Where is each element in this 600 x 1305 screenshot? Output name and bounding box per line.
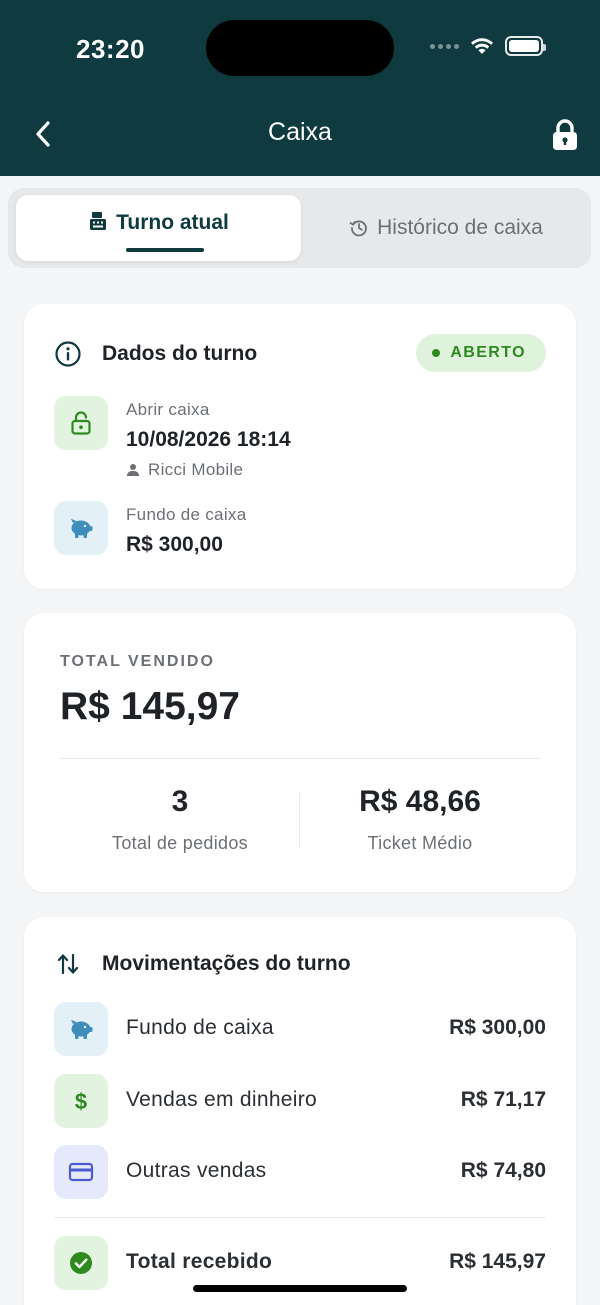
tab-bar: Turno atual Histórico de caixa bbox=[8, 188, 591, 268]
cash-badge: $ bbox=[54, 1074, 108, 1128]
divider bbox=[60, 758, 540, 759]
svg-text:$: $ bbox=[75, 1089, 87, 1114]
status-badge: ABERTO bbox=[416, 334, 546, 372]
tab-label: Histórico de caixa bbox=[377, 216, 543, 239]
info-icon bbox=[55, 341, 81, 367]
movement-value: R$ 71,17 bbox=[460, 1088, 546, 1111]
credit-card-icon bbox=[68, 1162, 94, 1182]
lock-icon bbox=[553, 119, 577, 150]
swap-vertical-icon bbox=[57, 953, 79, 975]
status-dot-icon bbox=[432, 349, 441, 357]
status-time: 23:20 bbox=[76, 34, 145, 64]
total-sold-value: R$ 145,97 bbox=[60, 685, 240, 728]
fund-badge bbox=[54, 501, 108, 555]
status-text: ABERTO bbox=[450, 344, 526, 361]
movement-value: R$ 74,80 bbox=[460, 1159, 546, 1182]
open-datetime: 10/08/2026 18:14 bbox=[126, 428, 291, 451]
fund-label: Fundo de caixa bbox=[126, 505, 247, 524]
total-sold-label: TOTAL VENDIDO bbox=[60, 653, 215, 670]
fund-value: R$ 300,00 bbox=[126, 533, 223, 556]
person-icon bbox=[127, 464, 139, 476]
piggy-bank-icon bbox=[71, 1019, 93, 1039]
lock-button[interactable] bbox=[549, 116, 581, 154]
card-title: Dados do turno bbox=[102, 342, 258, 365]
dynamic-island bbox=[206, 20, 394, 76]
movement-total-row: Total recebido R$ 145,97 bbox=[54, 1236, 546, 1290]
movement-row: Outras vendas R$ 74,80 bbox=[54, 1145, 546, 1199]
total-received-value: R$ 145,97 bbox=[449, 1250, 546, 1273]
fund-badge bbox=[54, 1002, 108, 1056]
movement-value: R$ 300,00 bbox=[449, 1016, 546, 1039]
movement-label: Fundo de caixa bbox=[126, 1016, 274, 1039]
ticket-label: Ticket Médio bbox=[367, 833, 473, 853]
shift-data-card: Dados do turno ABERTO Abrir caixa 10/08/… bbox=[24, 304, 576, 589]
open-label: Abrir caixa bbox=[126, 400, 210, 419]
total-received-label: Total recebido bbox=[126, 1250, 273, 1273]
orders-count: 3 bbox=[171, 785, 189, 818]
app-header: 23:20 Caixa bbox=[0, 0, 600, 176]
check-badge bbox=[54, 1236, 108, 1290]
ticket-stat: R$ 48,66 Ticket Médio bbox=[300, 785, 540, 854]
movements-card: Movimentações do turno Fundo de caixa R$… bbox=[24, 917, 576, 1305]
divider bbox=[54, 1217, 546, 1218]
movement-label: Outras vendas bbox=[126, 1159, 267, 1182]
tab-historico-de-caixa[interactable]: Histórico de caixa bbox=[308, 195, 584, 261]
open-lock-badge bbox=[54, 396, 108, 450]
tab-turno-atual[interactable]: Turno atual bbox=[16, 195, 301, 261]
check-circle-icon bbox=[70, 1252, 92, 1274]
page-title: Caixa bbox=[268, 118, 332, 146]
movement-row: Fundo de caixa R$ 300,00 bbox=[54, 1002, 546, 1056]
cash-register-icon bbox=[90, 212, 107, 230]
opened-by: Ricci Mobile bbox=[126, 460, 243, 480]
card-title: Movimentações do turno bbox=[102, 952, 351, 975]
card-header: Dados do turno bbox=[54, 340, 257, 368]
history-icon bbox=[349, 220, 367, 237]
orders-label: Total de pedidos bbox=[112, 833, 248, 853]
card-badge bbox=[54, 1145, 108, 1199]
home-indicator[interactable] bbox=[193, 1285, 407, 1292]
card-header: Movimentações do turno bbox=[54, 951, 351, 977]
unlock-icon bbox=[71, 411, 91, 435]
wifi-icon bbox=[471, 38, 493, 54]
total-sold-card: TOTAL VENDIDO R$ 145,97 3 Total de pedid… bbox=[24, 613, 576, 892]
battery-icon bbox=[505, 36, 546, 56]
movement-row: $ Vendas em dinheiro R$ 71,17 bbox=[54, 1074, 546, 1128]
status-icons bbox=[430, 36, 546, 56]
ticket-value: R$ 48,66 bbox=[359, 785, 481, 818]
tab-label: Turno atual bbox=[116, 211, 229, 234]
signal-icon bbox=[430, 43, 459, 49]
user-name: Ricci Mobile bbox=[148, 460, 244, 479]
orders-stat: 3 Total de pedidos bbox=[60, 785, 300, 854]
piggy-bank-icon bbox=[71, 518, 93, 538]
movement-label: Vendas em dinheiro bbox=[126, 1088, 318, 1111]
dollar-icon: $ bbox=[75, 1089, 87, 1114]
active-tab-indicator bbox=[126, 248, 204, 252]
